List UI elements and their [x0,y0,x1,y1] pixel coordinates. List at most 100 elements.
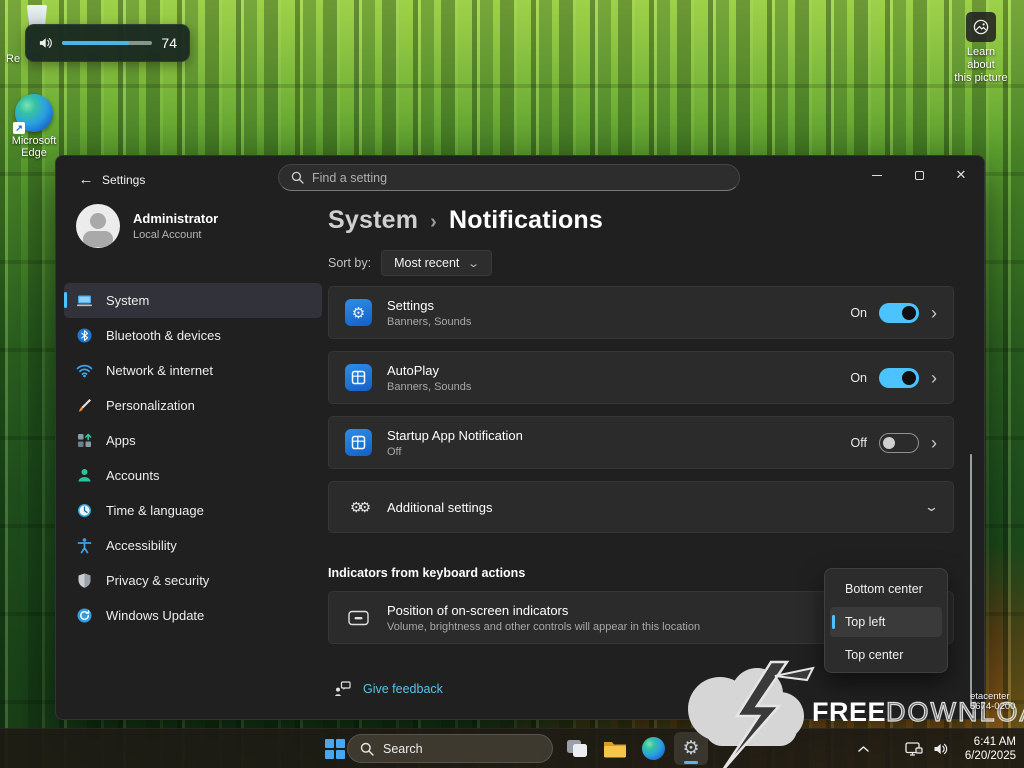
scrollbar[interactable] [970,454,972,708]
sidebar-item-label: Network & internet [106,363,213,378]
dropdown-option-bottom-center[interactable]: Bottom center [830,574,942,604]
chevron-down-icon: ⌄ [468,257,481,270]
sort-dropdown[interactable]: Most recent ⌄ [381,250,492,276]
breadcrumb-system[interactable]: System [328,206,418,234]
sort-by-label: Sort by: [328,256,371,270]
search-icon [360,742,374,756]
row-subtitle: Volume, brightness and other controls wi… [387,621,700,633]
task-view-icon [566,739,588,759]
additional-settings-row[interactable]: ⚙⚙ Additional settings ⌄ [328,481,954,533]
sidebar-item-network-internet[interactable]: Network & internet [64,353,322,388]
sidebar-item-time-language[interactable]: Time & language [64,493,322,528]
sidebar-item-accessibility[interactable]: Accessibility [64,528,322,563]
row-title: Position of on-screen indicators [387,603,700,618]
toggle-state-label: Off [851,436,867,450]
close-button[interactable]: ✕ [940,156,982,194]
tray-clock[interactable]: 6:41 AM 6/20/2025 [965,729,1016,768]
task-view-button[interactable] [562,732,592,766]
start-button[interactable] [320,732,350,766]
sidebar-item-label: System [106,293,149,308]
sidebar-item-windows-update[interactable]: Windows Update [64,598,322,633]
shortcut-arrow-icon: ↗ [13,122,25,134]
breadcrumb-separator-icon: › [418,211,449,233]
taskbar: Search ⚙ 6:41 AM 6/20/2025 [0,728,1024,768]
sidebar-item-system[interactable]: System [64,283,322,318]
find-setting-input[interactable] [312,171,727,185]
position-dropdown-flyout: Bottom center Top left Top center [824,568,948,673]
chevron-right-icon: › [931,304,937,322]
volume-slider-fill [62,41,129,45]
section-header: Indicators from keyboard actions [328,566,525,580]
sidebar-item-label: Accessibility [106,538,177,553]
row-title: Startup App Notification [387,428,523,443]
speaker-icon [932,741,949,757]
dropdown-option-top-center[interactable]: Top center [830,640,942,670]
person-icon [76,467,93,484]
speaker-icon [38,35,53,51]
minimize-button[interactable] [856,156,898,194]
breadcrumb: System›Notifications [328,206,603,235]
dropdown-option-top-left[interactable]: Top left [830,607,942,637]
update-icon [76,607,93,624]
back-button[interactable]: ← [74,168,98,192]
row-title: Additional settings [387,500,493,515]
clock-icon [76,502,93,519]
startup-notifications-toggle[interactable] [879,433,919,453]
laptop-icon [76,292,93,309]
toggle-state-label: On [850,371,867,385]
give-feedback-link[interactable]: Give feedback [334,681,443,697]
maximize-button[interactable] [898,156,940,194]
picture-icon [966,12,996,42]
window-grid-icon [345,364,372,391]
settings-window: ← Settings ✕ Administrator Local Account… [55,155,985,720]
network-icon [905,741,923,757]
window-title: Settings [102,173,145,187]
search-icon [291,171,304,184]
taskbar-search[interactable]: Search [347,734,553,763]
row-title: Settings [387,298,471,313]
taskbar-search-label: Search [383,742,423,756]
sidebar-item-accounts[interactable]: Accounts [64,458,322,493]
row-subtitle: Banners, Sounds [387,316,471,328]
account-type: Local Account [133,229,218,241]
settings-taskbar-button-active[interactable]: ⚙ [674,732,708,765]
avatar [76,204,120,248]
edge-icon: ↗ [15,94,53,132]
edge-taskbar-button[interactable] [638,732,668,766]
sidebar-item-apps[interactable]: Apps [64,423,322,458]
volume-osd: 74 [25,24,190,62]
sidebar-nav: System Bluetooth & devices Network & int… [64,283,322,633]
tray-volume-button[interactable] [925,732,955,766]
tray-hidden-icons-button[interactable] [848,732,878,766]
maximize-icon [915,171,924,180]
sidebar-item-label: Personalization [106,398,195,413]
shield-icon [76,572,93,589]
edge-shortcut-label: Microsoft Edge [8,135,60,159]
file-explorer-button[interactable] [600,732,630,766]
accessibility-icon [76,537,93,554]
edge-desktop-shortcut[interactable]: ↗ Microsoft Edge [8,94,60,159]
volume-slider[interactable] [62,41,152,45]
row-title: AutoPlay [387,363,471,378]
chevron-up-icon [858,746,869,752]
folder-icon [603,739,627,759]
notification-row-autoplay[interactable]: AutoPlay Banners, Sounds On › [328,351,954,404]
notification-row-settings[interactable]: ⚙ Settings Banners, Sounds On › [328,286,954,339]
account-name: Administrator [133,211,218,226]
learn-about-picture-shortcut[interactable]: Learn about this picture [952,12,1010,85]
tray-time: 6:41 AM [974,735,1016,749]
sidebar-item-label: Windows Update [106,608,204,623]
sidebar-item-privacy-security[interactable]: Privacy & security [64,563,322,598]
sidebar-item-label: Apps [106,433,136,448]
autoplay-notifications-toggle[interactable] [879,368,919,388]
sidebar-item-personalization[interactable]: Personalization [64,388,322,423]
sidebar-item-label: Time & language [106,503,204,518]
account-block[interactable]: Administrator Local Account [76,204,218,248]
volume-value: 74 [161,35,177,51]
window-grid-icon [345,429,372,456]
notification-row-startup[interactable]: Startup App Notification Off Off › [328,416,954,469]
settings-notifications-toggle[interactable] [879,303,919,323]
give-feedback-label: Give feedback [363,682,443,696]
sidebar-item-bluetooth-devices[interactable]: Bluetooth & devices [64,318,322,353]
find-setting-searchbox[interactable] [278,164,740,191]
